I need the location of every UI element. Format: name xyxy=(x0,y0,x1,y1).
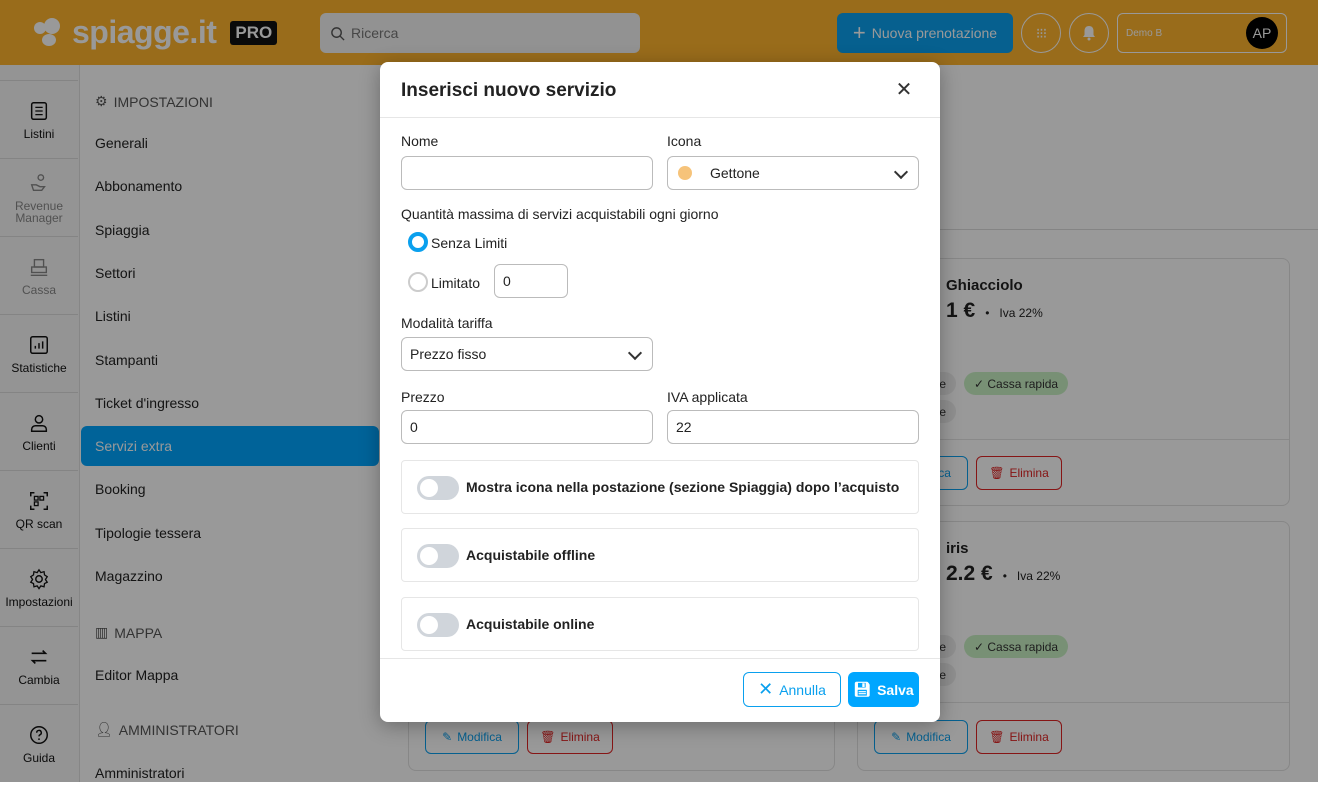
modal-title: Inserisci nuovo servizio xyxy=(401,80,617,101)
tariff-value: Prezzo fisso xyxy=(410,346,487,362)
online-toggle[interactable] xyxy=(417,613,459,637)
iva-input[interactable] xyxy=(667,410,919,444)
limit-input[interactable] xyxy=(494,264,568,298)
divider xyxy=(380,658,940,659)
toggle-row-show-icon: Mostra icona nella postazione (sezione S… xyxy=(401,460,919,514)
icona-label: Icona xyxy=(667,133,702,149)
chevron-down-icon xyxy=(893,164,909,180)
token-icon xyxy=(678,166,692,180)
new-service-modal: Inserisci nuovo servizio ✕ Nome Icona Ge… xyxy=(380,62,940,722)
radio-senza-limiti-label: Senza Limiti xyxy=(431,235,508,251)
radio-limitato[interactable] xyxy=(408,272,428,292)
toggle-label: Mostra icona nella postazione (sezione S… xyxy=(466,479,900,495)
price-input[interactable] xyxy=(401,410,653,444)
radio-senza-limiti[interactable] xyxy=(408,232,428,252)
icona-value: Gettone xyxy=(710,165,760,181)
icona-select[interactable]: Gettone xyxy=(667,156,919,190)
save-icon: 💾︎ xyxy=(853,681,872,697)
price-label: Prezzo xyxy=(401,389,445,405)
close-icon[interactable]: ✕ xyxy=(894,80,914,100)
cancel-button[interactable]: ✕ Annulla xyxy=(743,672,841,707)
toggle-row-offline: Acquistabile offline xyxy=(401,528,919,582)
cancel-label: Annulla xyxy=(779,681,826,698)
qty-label: Quantità massima di servizi acquistabili… xyxy=(401,206,719,222)
save-button[interactable]: 💾︎ Salva xyxy=(848,672,919,707)
close-icon: ✕ xyxy=(758,679,774,699)
iva-label: IVA applicata xyxy=(667,389,748,405)
save-label: Salva xyxy=(877,681,914,698)
radio-limitato-label: Limitato xyxy=(431,275,481,291)
chevron-down-icon xyxy=(627,345,643,361)
divider xyxy=(380,117,940,118)
tariff-label: Modalità tariffa xyxy=(401,315,493,331)
toggle-row-online: Acquistabile online xyxy=(401,597,919,651)
nome-input[interactable] xyxy=(401,156,653,190)
toggle-label: Acquistabile online xyxy=(466,616,595,632)
show-icon-toggle[interactable] xyxy=(417,476,459,500)
nome-label: Nome xyxy=(401,133,439,149)
toggle-label: Acquistabile offline xyxy=(466,547,596,563)
offline-toggle[interactable] xyxy=(417,544,459,568)
tariff-select[interactable]: Prezzo fisso xyxy=(401,337,653,371)
